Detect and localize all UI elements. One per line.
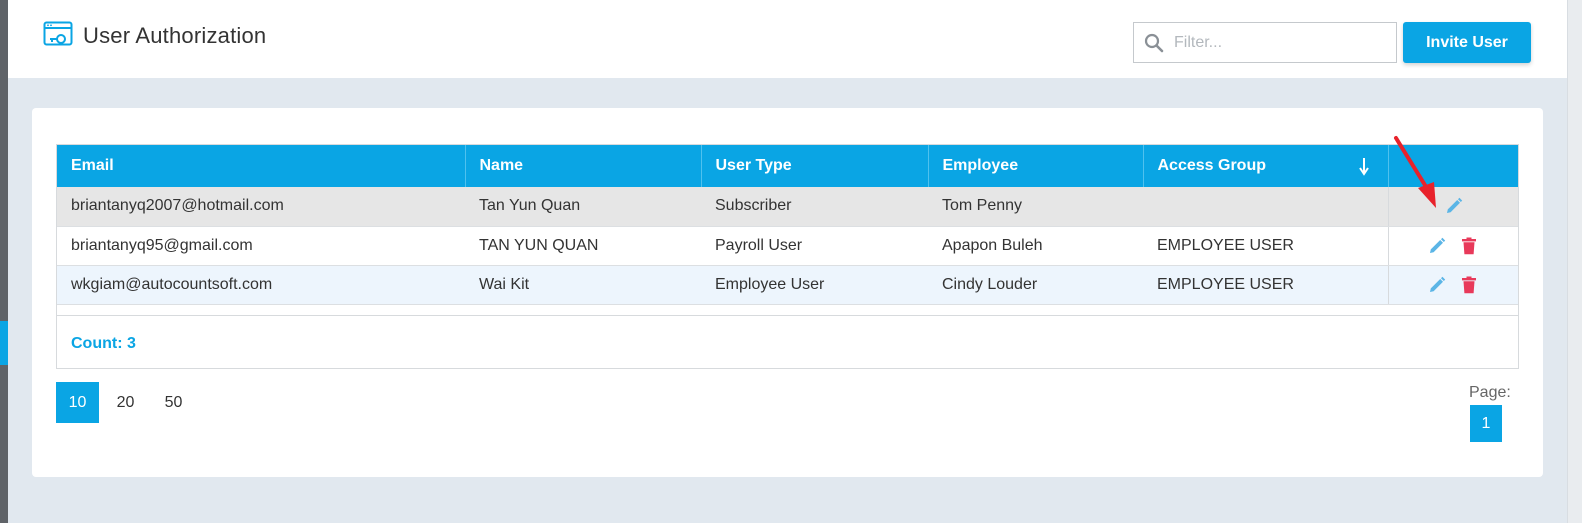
cell-user-type: Employee User bbox=[701, 265, 928, 305]
column-header-label: Access Group bbox=[1157, 157, 1266, 174]
column-header-actions bbox=[1388, 145, 1518, 187]
cell-email: wkgiam@autocountsoft.com bbox=[57, 265, 465, 305]
table-row[interactable]: wkgiam@autocountsoft.com Wai Kit Employe… bbox=[57, 265, 1519, 305]
table-row[interactable]: briantanyq2007@hotmail.com Tan Yun Quan … bbox=[57, 187, 1519, 227]
page-1-button[interactable]: 1 bbox=[1470, 405, 1502, 442]
cell-name: Tan Yun Quan bbox=[465, 187, 701, 227]
invite-user-button[interactable]: Invite User bbox=[1403, 22, 1531, 63]
users-card: Email Name User Type Employee Access Gro… bbox=[32, 108, 1543, 477]
trash-icon[interactable] bbox=[1460, 237, 1478, 255]
trash-icon[interactable] bbox=[1460, 276, 1478, 294]
left-sidebar-strip bbox=[0, 0, 8, 523]
page-title: User Authorization bbox=[83, 23, 267, 48]
cell-employee: Apapon Buleh bbox=[928, 226, 1143, 266]
search-icon bbox=[1144, 33, 1164, 53]
row-actions bbox=[1389, 227, 1519, 265]
cell-actions bbox=[1387, 187, 1519, 227]
column-header-email[interactable]: Email bbox=[57, 145, 466, 187]
column-header-name[interactable]: Name bbox=[465, 145, 702, 187]
cell-user-type: Payroll User bbox=[701, 226, 928, 266]
row-actions bbox=[1389, 187, 1519, 225]
users-table: Email Name User Type Employee Access Gro… bbox=[57, 145, 1518, 305]
row-actions bbox=[1389, 266, 1519, 304]
grid-summary: Count: 3 bbox=[57, 315, 1518, 369]
edit-pencil-icon[interactable] bbox=[1445, 197, 1463, 215]
filter-input[interactable] bbox=[1174, 23, 1389, 62]
cell-email: briantanyq95@gmail.com bbox=[57, 226, 465, 266]
edit-pencil-icon[interactable] bbox=[1428, 276, 1446, 294]
sort-arrow-down-icon[interactable] bbox=[1358, 156, 1370, 176]
column-header-employee[interactable]: Employee bbox=[928, 145, 1144, 187]
cell-employee: Tom Penny bbox=[928, 187, 1143, 227]
app-window-icon bbox=[43, 21, 73, 46]
cell-access-group: EMPLOYEE USER bbox=[1143, 226, 1388, 266]
cell-employee: Cindy Louder bbox=[928, 265, 1143, 305]
table-row[interactable]: briantanyq95@gmail.com TAN YUN QUAN Payr… bbox=[57, 226, 1519, 266]
page-header: User Authorization Invite User bbox=[8, 0, 1567, 78]
table-header-row: Email Name User Type Employee Access Gro… bbox=[57, 145, 1518, 187]
sidebar-active-indicator bbox=[0, 321, 8, 365]
scrollbar[interactable] bbox=[1567, 0, 1582, 523]
page-label: Page: bbox=[1469, 384, 1511, 401]
cell-email: briantanyq2007@hotmail.com bbox=[57, 187, 465, 227]
users-grid: Email Name User Type Employee Access Gro… bbox=[56, 144, 1519, 369]
column-header-access-group[interactable]: Access Group bbox=[1143, 145, 1389, 187]
cell-access-group: EMPLOYEE USER bbox=[1143, 265, 1388, 305]
page-size-10-button[interactable]: 10 bbox=[56, 382, 99, 423]
cell-access-group bbox=[1143, 187, 1388, 227]
cell-actions bbox=[1387, 226, 1519, 266]
cell-actions bbox=[1387, 265, 1519, 305]
filter-field[interactable] bbox=[1133, 22, 1397, 63]
page-size-selector: 10 20 50 bbox=[56, 382, 200, 423]
edit-pencil-icon[interactable] bbox=[1428, 237, 1446, 255]
page-size-50-button[interactable]: 50 bbox=[152, 382, 195, 423]
column-header-user-type[interactable]: User Type bbox=[701, 145, 929, 187]
page-size-20-button[interactable]: 20 bbox=[104, 382, 147, 423]
cell-name: Wai Kit bbox=[465, 265, 701, 305]
cell-user-type: Subscriber bbox=[701, 187, 928, 227]
row-count: Count: 3 bbox=[71, 335, 136, 352]
cell-name: TAN YUN QUAN bbox=[465, 226, 701, 266]
